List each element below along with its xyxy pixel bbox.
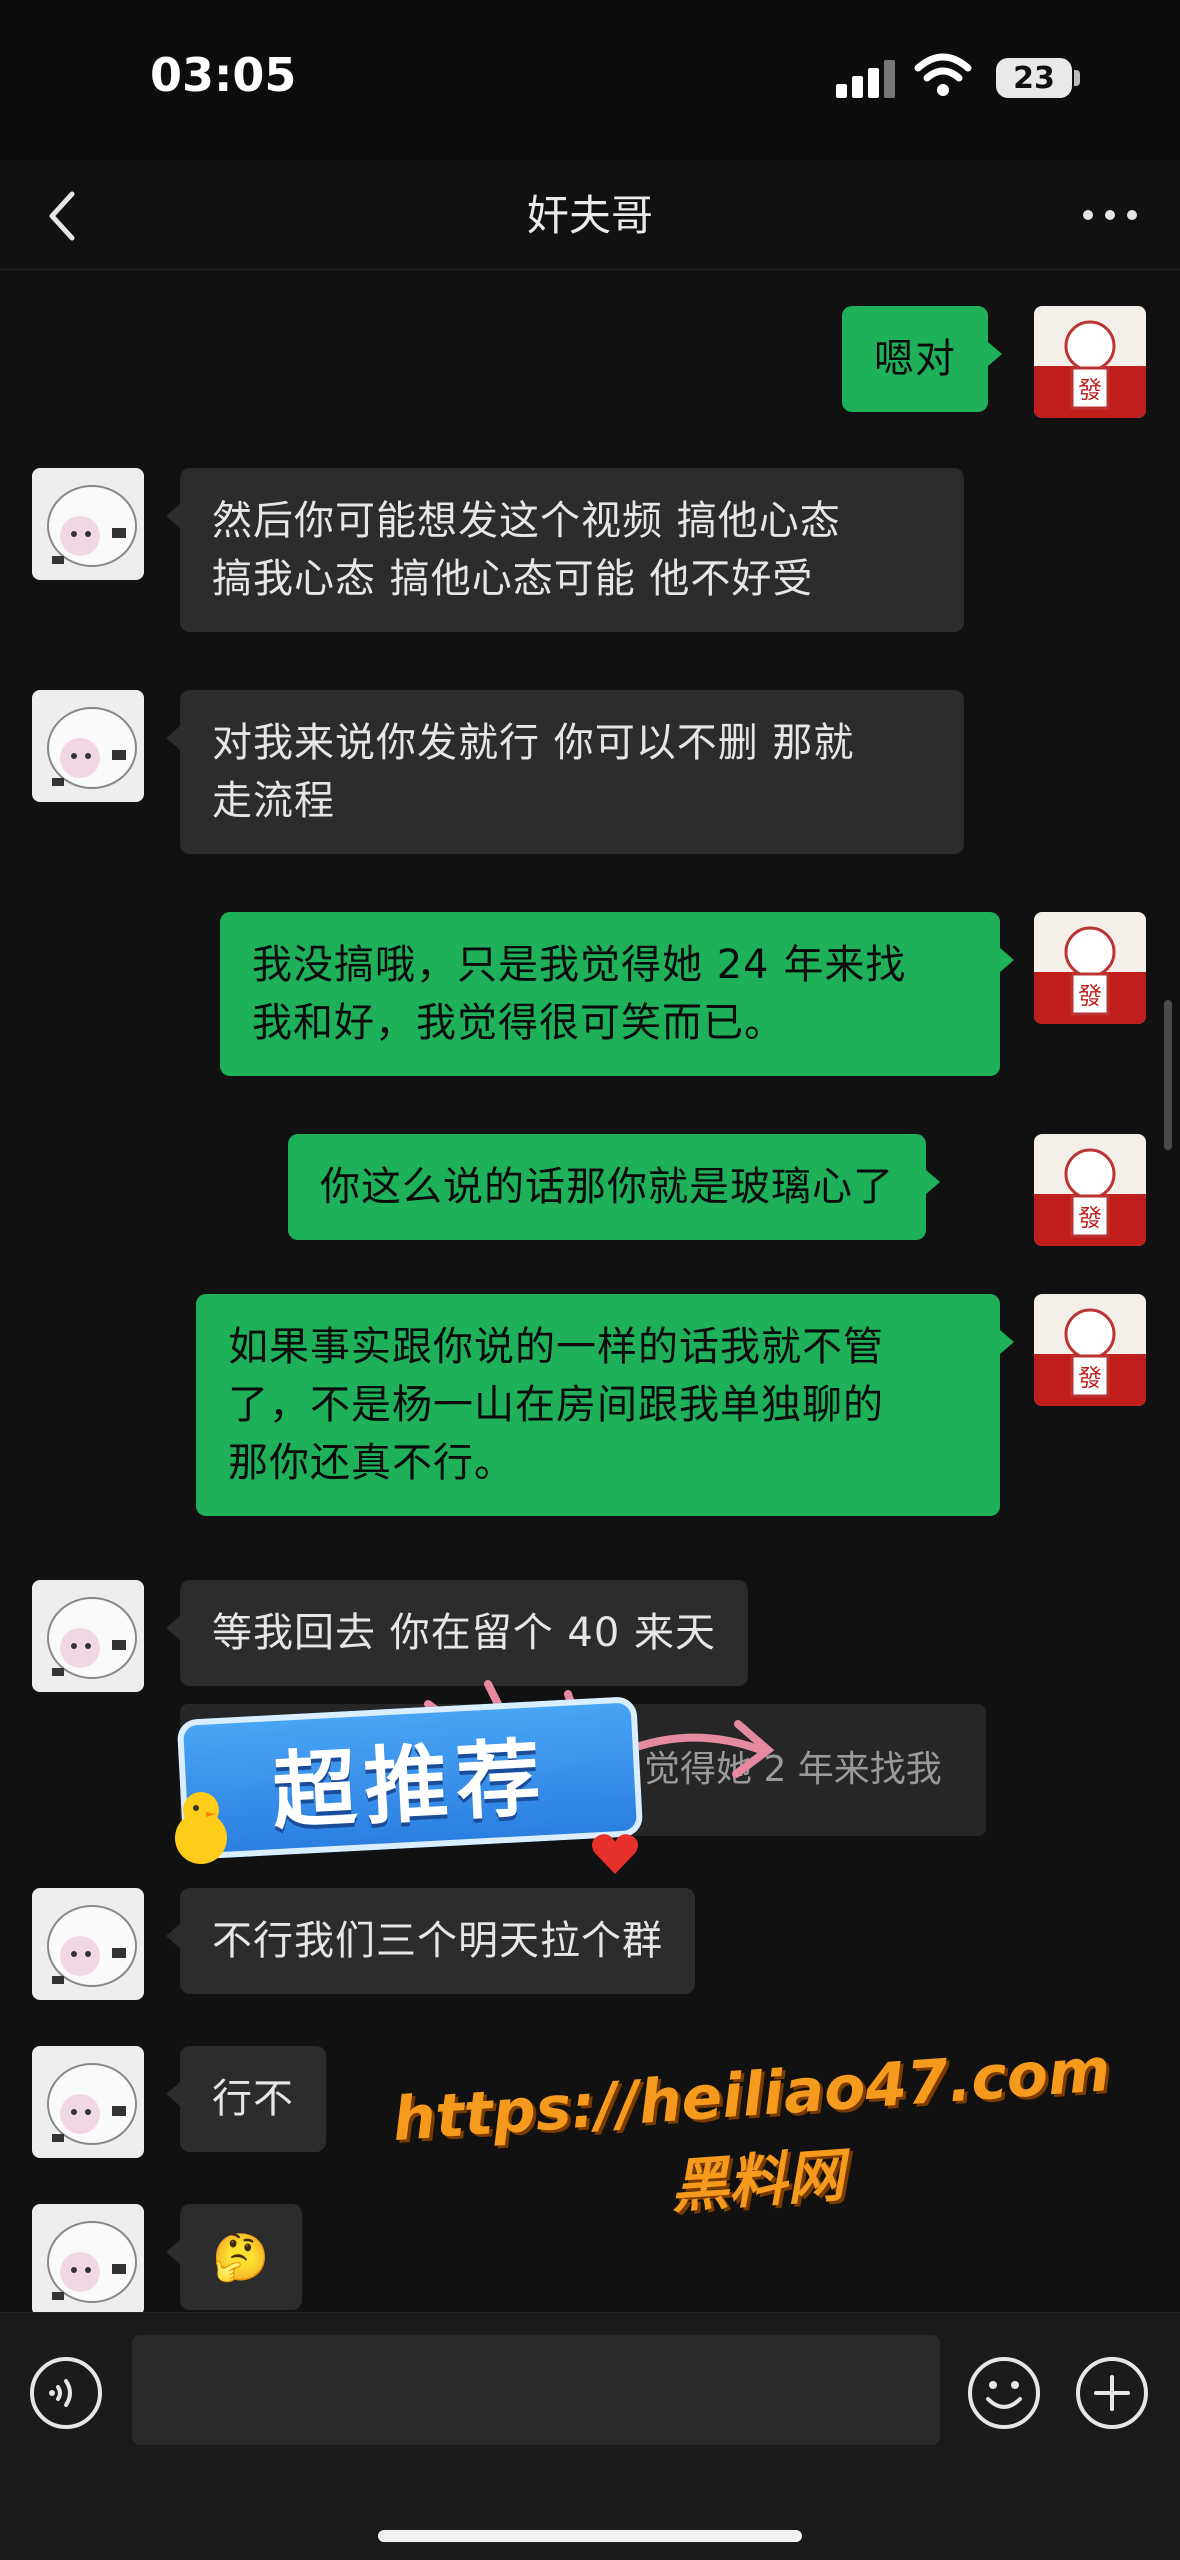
fa-avatar-icon: 發 [1034, 320, 1146, 418]
avatar[interactable] [32, 2046, 144, 2158]
avatar[interactable] [32, 2204, 144, 2316]
cow-avatar-icon [47, 485, 137, 567]
promo-text: 超推荐 [269, 1728, 551, 1841]
cow-avatar-icon [47, 2063, 137, 2145]
cow-avatar-icon [47, 2221, 137, 2303]
heart-icon [592, 1834, 638, 1874]
message-bubble-received[interactable]: 不行我们三个明天拉个群 [166, 1888, 695, 1994]
avatar[interactable]: 發 [1034, 1294, 1146, 1406]
wifi-icon [914, 53, 972, 96]
battery-icon: 23 [996, 58, 1072, 98]
fa-avatar-icon: 發 [1034, 1308, 1146, 1406]
promo-sticker: 超推荐 [176, 1696, 644, 1860]
watermark: https://heiliao47.com 黑料网 [390, 2035, 1122, 2285]
status-bar: 03:05 23 [0, 0, 1180, 160]
avatar[interactable] [32, 690, 144, 802]
svg-text:發: 發 [1078, 376, 1102, 404]
avatar[interactable]: 發 [1034, 306, 1146, 418]
fa-avatar-icon: 發 [1034, 1148, 1146, 1246]
message-bubble-received[interactable]: 然后你可能想发这个视频 搞他心态 搞我心态 搞他心态可能 他不好受 [166, 468, 964, 632]
status-time: 03:05 [150, 48, 297, 102]
message-bubble-received[interactable]: 对我来说你发就行 你可以不删 那就 走流程 [166, 690, 964, 854]
home-indicator[interactable] [378, 2530, 802, 2542]
cellular-signal-icon [836, 58, 896, 98]
smiley-icon[interactable] [966, 2355, 1042, 2431]
message-bubble-received[interactable]: 行不 [166, 2046, 326, 2152]
cow-avatar-icon [47, 707, 137, 789]
battery-cap [1074, 70, 1080, 86]
avatar[interactable] [32, 468, 144, 580]
message-bubble-sent[interactable]: 如果事实跟你说的一样的话我就不管 了，不是杨一山在房间跟我单独聊的 那你还真不行… [196, 1294, 1014, 1516]
more-dots-icon[interactable] [1080, 200, 1140, 230]
input-bar [0, 2312, 1180, 2560]
chat-title: 奸夫哥 [526, 191, 653, 240]
chick-icon [175, 1792, 227, 1864]
avatar[interactable] [32, 1580, 144, 1692]
chat-header: 奸夫哥 [0, 160, 1180, 270]
battery-level: 23 [1013, 60, 1055, 96]
message-bubble-sent[interactable]: 你这么说的话那你就是玻璃心了 [288, 1134, 940, 1240]
plus-icon[interactable] [1074, 2355, 1150, 2431]
voice-icon[interactable] [28, 2355, 104, 2431]
message-input[interactable] [132, 2335, 940, 2445]
message-bubble-sent[interactable]: 嗯对 [842, 306, 1002, 412]
svg-text:發: 發 [1078, 982, 1102, 1010]
avatar[interactable]: 發 [1034, 1134, 1146, 1246]
message-bubble-received[interactable]: 🤔 [165, 2204, 303, 2310]
cow-avatar-icon [47, 1597, 137, 1679]
fa-avatar-icon: 發 [1034, 926, 1146, 1024]
avatar[interactable]: 發 [1034, 912, 1146, 1024]
avatar[interactable] [32, 1888, 144, 2000]
scrollbar[interactable] [1164, 1000, 1172, 1150]
svg-text:發: 發 [1078, 1364, 1102, 1392]
svg-text:發: 發 [1078, 1204, 1102, 1232]
message-bubble-sent[interactable]: 我没搞哦，只是我觉得她 24 年来找 我和好，我觉得很可笑而已。 [220, 912, 1014, 1076]
cow-avatar-icon [47, 1905, 137, 1987]
